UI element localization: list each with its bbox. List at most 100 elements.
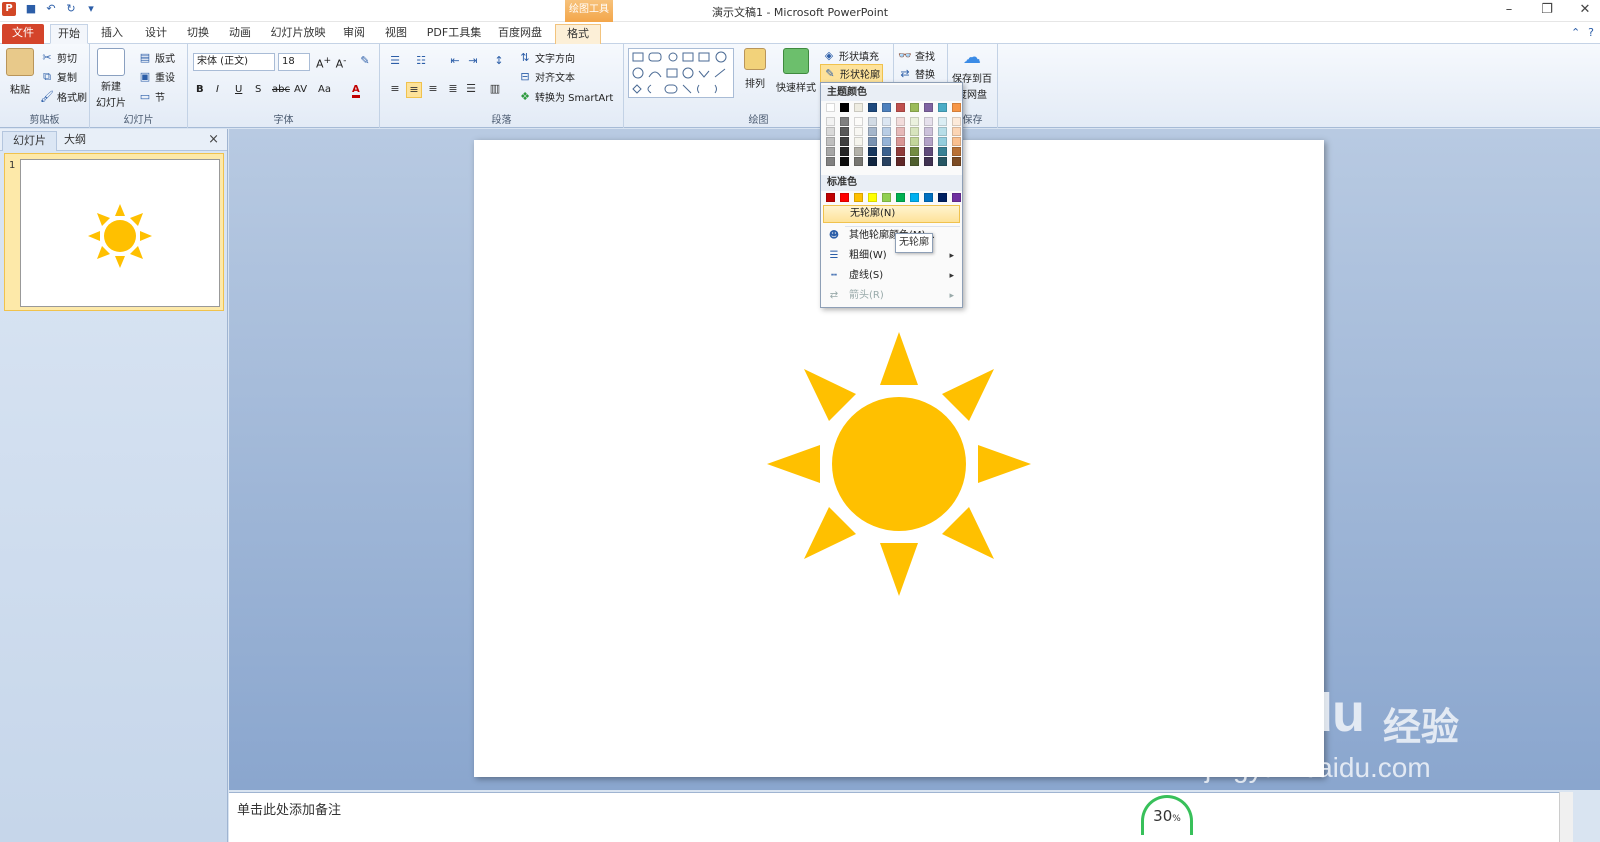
theme-color-shade-swatch[interactable] [840,137,849,146]
theme-color-shade-swatch[interactable] [952,137,961,146]
theme-color-shade-swatch[interactable] [854,127,863,136]
notes-scrollbar[interactable] [1559,792,1573,842]
theme-color-shade-swatch[interactable] [868,127,877,136]
theme-color-shade-swatch[interactable] [826,127,835,136]
dashes-item[interactable]: ┅ 虚线(S) ▸ [823,267,960,285]
tab-baidu-netdisk[interactable]: 百度网盘 [494,24,546,44]
theme-color-shade-swatch[interactable] [854,147,863,156]
theme-color-shade-swatch[interactable] [910,147,919,156]
font-size-select[interactable]: 18 [278,53,310,71]
theme-color-swatch[interactable] [840,103,849,112]
text-direction-button[interactable]: ⇅ 文字方向 [518,50,575,66]
font-name-select[interactable]: 宋体 (正文) [193,53,275,71]
theme-color-shade-swatch[interactable] [924,127,933,136]
font-color-button[interactable]: A [352,84,360,98]
theme-color-shade-swatch[interactable] [910,157,919,166]
standard-color-swatch[interactable] [910,193,919,202]
numbering-icon[interactable]: ☷ [414,54,428,68]
char-spacing-button[interactable]: AV [294,84,307,95]
slide-thumbnail[interactable] [20,159,220,307]
tab-file[interactable]: 文件 [2,24,44,44]
change-case-button[interactable]: Aa [318,84,331,95]
theme-color-shade-swatch[interactable] [952,147,961,156]
cut-button[interactable]: ✂ 剪切 [40,50,77,66]
distributed-icon[interactable]: ☰ [464,82,478,96]
theme-color-swatch[interactable] [952,103,961,112]
theme-color-shade-swatch[interactable] [952,127,961,136]
align-left-icon[interactable]: ≡ [388,82,402,96]
theme-color-shade-swatch[interactable] [924,117,933,126]
italic-button[interactable]: I [216,84,219,95]
standard-color-swatch[interactable] [882,193,891,202]
format-painter-button[interactable]: 🖌 格式刷 [40,89,87,105]
standard-color-swatch[interactable] [868,193,877,202]
theme-color-shade-swatch[interactable] [854,157,863,166]
theme-color-shade-swatch[interactable] [882,137,891,146]
tab-pdf-tools[interactable]: PDF工具集 [424,24,484,44]
paste-button[interactable]: 粘贴 [6,48,34,96]
theme-color-swatch[interactable] [882,103,891,112]
theme-color-shade-swatch[interactable] [854,137,863,146]
theme-color-shade-swatch[interactable] [910,117,919,126]
theme-color-shade-swatch[interactable] [924,157,933,166]
tab-review[interactable]: 审阅 [338,24,370,44]
shrink-font-icon[interactable]: A- [334,54,348,71]
theme-color-swatch[interactable] [910,103,919,112]
theme-color-shade-swatch[interactable] [868,137,877,146]
close-pane-icon[interactable]: × [208,132,219,147]
tab-design[interactable]: 设计 [140,24,172,44]
copy-button[interactable]: ⧉ 复制 [40,69,77,85]
tab-slides-pane[interactable]: 幻灯片 [2,131,57,151]
new-slide-button[interactable]: 新建 幻灯片 [96,48,126,110]
theme-color-shade-swatch[interactable] [896,137,905,146]
decrease-indent-icon[interactable]: ⇤ [448,54,462,68]
shapes-gallery[interactable] [628,48,734,98]
clear-format-icon[interactable]: ✎ [358,54,372,68]
justify-icon[interactable]: ≣ [446,82,460,96]
tab-slideshow[interactable]: 幻灯片放映 [268,24,328,44]
theme-color-shade-swatch[interactable] [896,157,905,166]
theme-color-shade-swatch[interactable] [924,147,933,156]
find-button[interactable]: 👓 查找 [898,48,935,64]
close-window-icon[interactable]: ✕ [1578,2,1592,17]
columns-icon[interactable]: ▥ [488,82,502,96]
line-spacing-icon[interactable]: ↕ [492,54,506,68]
theme-color-shade-swatch[interactable] [826,117,835,126]
bullets-icon[interactable]: ☰ [388,54,402,68]
section-button[interactable]: ▭ 节 [138,89,165,105]
theme-color-swatch[interactable] [854,103,863,112]
align-right-icon[interactable]: ≡ [426,82,440,96]
theme-color-shade-swatch[interactable] [896,117,905,126]
minimize-icon[interactable]: – [1502,2,1516,17]
theme-color-shade-swatch[interactable] [854,117,863,126]
shape-outline-button[interactable]: ✎ 形状轮廓 [820,64,883,83]
strikethrough-button[interactable]: abc [272,84,290,95]
theme-color-shade-swatch[interactable] [840,147,849,156]
theme-color-swatch[interactable] [938,103,947,112]
theme-color-shade-swatch[interactable] [938,127,947,136]
align-text-button[interactable]: ⊟ 对齐文本 [518,69,575,85]
theme-color-shade-swatch[interactable] [910,137,919,146]
standard-color-swatch[interactable] [938,193,947,202]
theme-color-shade-swatch[interactable] [882,157,891,166]
standard-color-swatch[interactable] [826,193,835,202]
align-center-icon[interactable]: ≡ [406,82,422,98]
minimize-ribbon-icon[interactable]: ⌃ [1571,26,1580,39]
quick-styles-button[interactable]: 快速样式 [776,48,816,94]
theme-color-shade-swatch[interactable] [826,157,835,166]
bold-button[interactable]: B [196,84,204,95]
theme-color-swatch[interactable] [826,103,835,112]
theme-color-shade-swatch[interactable] [868,147,877,156]
standard-color-swatch[interactable] [952,193,961,202]
restore-icon[interactable]: ❐ [1540,2,1554,17]
standard-color-swatch[interactable] [854,193,863,202]
theme-color-shade-swatch[interactable] [840,127,849,136]
help-icon[interactable]: ? [1588,26,1594,39]
shadow-button[interactable]: S [255,84,261,95]
grow-font-icon[interactable]: A+ [316,54,331,71]
theme-color-shade-swatch[interactable] [938,137,947,146]
theme-color-shade-swatch[interactable] [952,117,961,126]
tab-outline-pane[interactable]: 大纲 [54,131,96,151]
theme-color-swatch[interactable] [896,103,905,112]
notes-pane[interactable]: 单击此处添加备注 [229,792,1559,842]
